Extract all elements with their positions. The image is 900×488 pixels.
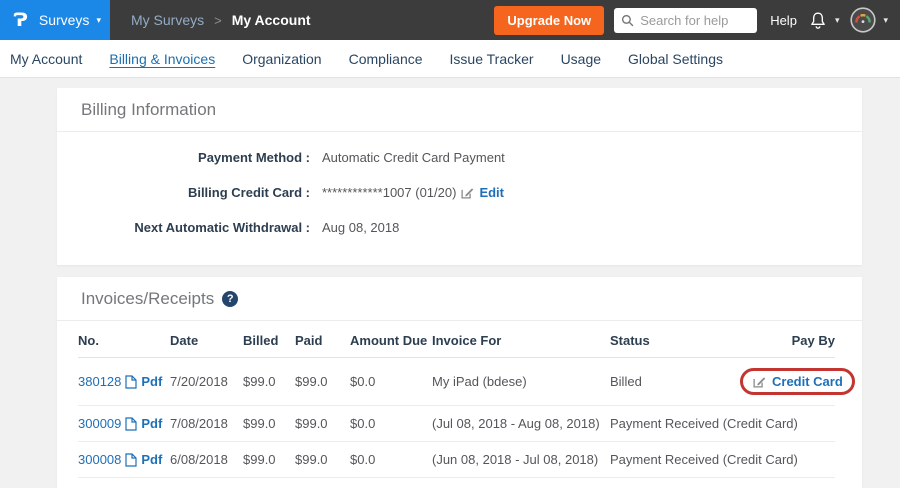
- invoice-date: 7/20/2018: [170, 358, 243, 406]
- pay-by-credit-card-link[interactable]: Credit Card: [772, 374, 843, 389]
- billing-credit-card-row: Billing Credit Card : ************1007 (…: [57, 175, 862, 210]
- invoice-date: 7/08/2018: [170, 406, 243, 442]
- col-no: No.: [78, 321, 170, 358]
- help-search-box[interactable]: [614, 8, 757, 33]
- chevron-down-icon: ▾: [835, 15, 840, 26]
- tab-compliance[interactable]: Compliance: [349, 51, 423, 67]
- invoices-receipts-card: Invoices/Receipts ? No. Date Billed Paid…: [57, 277, 862, 488]
- help-question-icon[interactable]: ?: [222, 291, 238, 307]
- account-tabs: My Account Billing & Invoices Organizati…: [0, 40, 900, 78]
- pdf-link[interactable]: Pdf: [141, 374, 162, 389]
- col-status: Status: [610, 321, 740, 358]
- breadcrumb: My Surveys > My Account: [131, 12, 311, 28]
- col-date: Date: [170, 321, 243, 358]
- invoice-paid: $99.0: [295, 358, 350, 406]
- tab-usage[interactable]: Usage: [561, 51, 601, 67]
- search-icon: [621, 14, 634, 27]
- upgrade-now-button[interactable]: Upgrade Now: [494, 6, 604, 35]
- invoice-billed: $99.0: [243, 406, 295, 442]
- masked-card-number: ************1007 (01/20): [322, 185, 456, 200]
- next-withdrawal-value: Aug 08, 2018: [322, 220, 399, 235]
- product-menu-label: Surveys: [39, 12, 90, 28]
- col-amount-due: Amount Due: [350, 321, 432, 358]
- help-link[interactable]: Help: [770, 13, 797, 28]
- chevron-down-icon: ▾: [883, 15, 888, 26]
- invoice-paid: $99.0: [295, 406, 350, 442]
- top-bar-actions: Upgrade Now Help ▾ ▾: [494, 6, 900, 35]
- product-switcher[interactable]: Ɂ Surveys ▾: [0, 0, 110, 40]
- invoice-for: My iPad (bdese): [432, 358, 610, 406]
- invoice-amount-due: $0.0: [350, 406, 432, 442]
- invoice-status: Payment Received (Credit Card): [610, 442, 740, 478]
- pdf-file-icon[interactable]: [125, 375, 137, 389]
- tab-issue-tracker[interactable]: Issue Tracker: [450, 51, 534, 67]
- billing-information-title: Billing Information: [81, 100, 216, 120]
- invoices-receipts-header: Invoices/Receipts ?: [57, 277, 862, 321]
- payment-method-row: Payment Method : Automatic Credit Card P…: [57, 140, 862, 175]
- billing-information-header: Billing Information: [57, 88, 862, 132]
- edit-credit-card-link[interactable]: Edit: [479, 185, 504, 200]
- help-search-input[interactable]: [640, 13, 750, 28]
- page-content: Billing Information Payment Method : Aut…: [0, 78, 900, 488]
- invoice-row: 300009 Pdf 7/08/2018 $99.0 $99.0 $0.0 (J…: [78, 406, 835, 442]
- invoice-for: (Jul 08, 2018 - Aug 08, 2018): [432, 406, 610, 442]
- invoice-date: 6/08/2018: [170, 442, 243, 478]
- account-menu[interactable]: ▾: [850, 7, 888, 33]
- questionpro-logo-icon: Ɂ: [13, 11, 28, 30]
- payment-method-value: Automatic Credit Card Payment: [322, 150, 505, 165]
- col-paid: Paid: [295, 321, 350, 358]
- breadcrumb-current: My Account: [232, 12, 311, 28]
- tab-billing-invoices[interactable]: Billing & Invoices: [109, 51, 215, 67]
- invoices-header-row: No. Date Billed Paid Amount Due Invoice …: [78, 321, 835, 358]
- notifications-button[interactable]: ▾: [808, 10, 840, 31]
- chevron-down-icon: ▾: [96, 15, 101, 26]
- col-pay-by: Pay By: [740, 321, 835, 358]
- pdf-file-icon[interactable]: [125, 453, 137, 467]
- invoice-amount-due: $0.0: [350, 358, 432, 406]
- pdf-file-icon[interactable]: [125, 417, 137, 431]
- invoice-paid: $99.0: [295, 442, 350, 478]
- next-withdrawal-label: Next Automatic Withdrawal :: [57, 220, 310, 235]
- invoice-billed: $99.0: [243, 358, 295, 406]
- col-billed: Billed: [243, 321, 295, 358]
- invoice-number-link[interactable]: 380128: [78, 374, 121, 389]
- col-invoice-for: Invoice For: [432, 321, 610, 358]
- invoices-table-wrap: No. Date Billed Paid Amount Due Invoice …: [57, 321, 862, 488]
- bell-icon: [808, 10, 828, 31]
- pdf-link[interactable]: Pdf: [141, 452, 162, 467]
- invoices-receipts-title: Invoices/Receipts: [81, 289, 214, 309]
- invoice-number-link[interactable]: 300008: [78, 452, 121, 467]
- billing-information-card: Billing Information Payment Method : Aut…: [57, 88, 862, 265]
- edit-pencil-icon: [753, 375, 766, 388]
- pay-by-credit-card-highlight: Credit Card: [740, 368, 855, 395]
- top-bar: Ɂ Surveys ▾ My Surveys > My Account Upgr…: [0, 0, 900, 40]
- invoice-number-link[interactable]: 300009: [78, 416, 121, 431]
- invoice-status: Payment Received (Credit Card): [610, 406, 740, 442]
- invoice-status: Billed: [610, 358, 740, 406]
- billing-credit-card-value: ************1007 (01/20) Edit: [322, 185, 504, 200]
- tab-my-account[interactable]: My Account: [10, 51, 82, 67]
- next-withdrawal-row: Next Automatic Withdrawal : Aug 08, 2018: [57, 210, 862, 245]
- tab-global-settings[interactable]: Global Settings: [628, 51, 723, 67]
- avatar: [850, 7, 876, 33]
- billing-information-body: Payment Method : Automatic Credit Card P…: [57, 132, 862, 265]
- invoice-row: 380128 Pdf 7/20/2018 $99.0 $99.0 $0.0 My…: [78, 358, 835, 406]
- pdf-link[interactable]: Pdf: [141, 416, 162, 431]
- invoice-for: (Jun 08, 2018 - Jul 08, 2018): [432, 442, 610, 478]
- invoice-billed: $99.0: [243, 442, 295, 478]
- invoices-table: No. Date Billed Paid Amount Due Invoice …: [78, 321, 835, 478]
- invoice-row: 300008 Pdf 6/08/2018 $99.0 $99.0 $0.0 (J…: [78, 442, 835, 478]
- breadcrumb-separator-icon: >: [214, 13, 222, 28]
- invoice-amount-due: $0.0: [350, 442, 432, 478]
- payment-method-label: Payment Method :: [57, 150, 310, 165]
- billing-credit-card-label: Billing Credit Card :: [57, 185, 310, 200]
- tab-organization[interactable]: Organization: [242, 51, 321, 67]
- edit-pencil-icon[interactable]: [461, 186, 474, 199]
- breadcrumb-my-surveys[interactable]: My Surveys: [131, 12, 204, 28]
